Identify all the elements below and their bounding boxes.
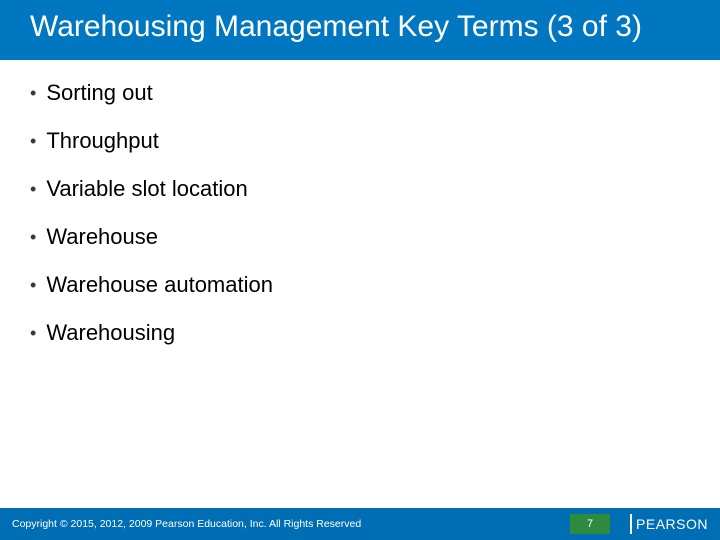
slide: Warehousing Management Key Terms (3 of 3…: [0, 0, 720, 540]
term-text: Variable slot location: [46, 176, 247, 202]
list-item: • Warehouse automation: [30, 272, 690, 298]
bullet-icon: •: [30, 272, 36, 298]
list-item: • Variable slot location: [30, 176, 690, 202]
term-text: Warehouse: [46, 224, 158, 250]
term-text: Warehousing: [46, 320, 175, 346]
content-area: • Sorting out • Throughput • Variable slot …: [0, 60, 720, 540]
bullet-icon: •: [30, 176, 36, 202]
brand-logo: PEARSON: [630, 514, 708, 534]
bullet-icon: •: [30, 224, 36, 250]
list-item: • Throughput: [30, 128, 690, 154]
terms-list: • Sorting out • Throughput • Variable slot …: [30, 80, 690, 346]
term-text: Throughput: [46, 128, 159, 154]
bullet-icon: •: [30, 128, 36, 154]
page-number-badge: 7: [570, 514, 610, 534]
list-item: • Warehousing: [30, 320, 690, 346]
bullet-icon: •: [30, 80, 36, 106]
term-text: Warehouse automation: [46, 272, 273, 298]
list-item: • Warehouse: [30, 224, 690, 250]
list-item: • Sorting out: [30, 80, 690, 106]
bullet-icon: •: [30, 320, 36, 346]
slide-title: Warehousing Management Key Terms (3 of 3…: [0, 8, 720, 46]
term-text: Sorting out: [46, 80, 152, 106]
brand-name: PEARSON: [636, 516, 708, 532]
logo-bar-icon: [630, 514, 632, 534]
copyright-text: Copyright © 2015, 2012, 2009 Pearson Edu…: [0, 518, 570, 530]
title-band: Warehousing Management Key Terms (3 of 3…: [0, 0, 720, 60]
footer-bar: Copyright © 2015, 2012, 2009 Pearson Edu…: [0, 508, 720, 540]
